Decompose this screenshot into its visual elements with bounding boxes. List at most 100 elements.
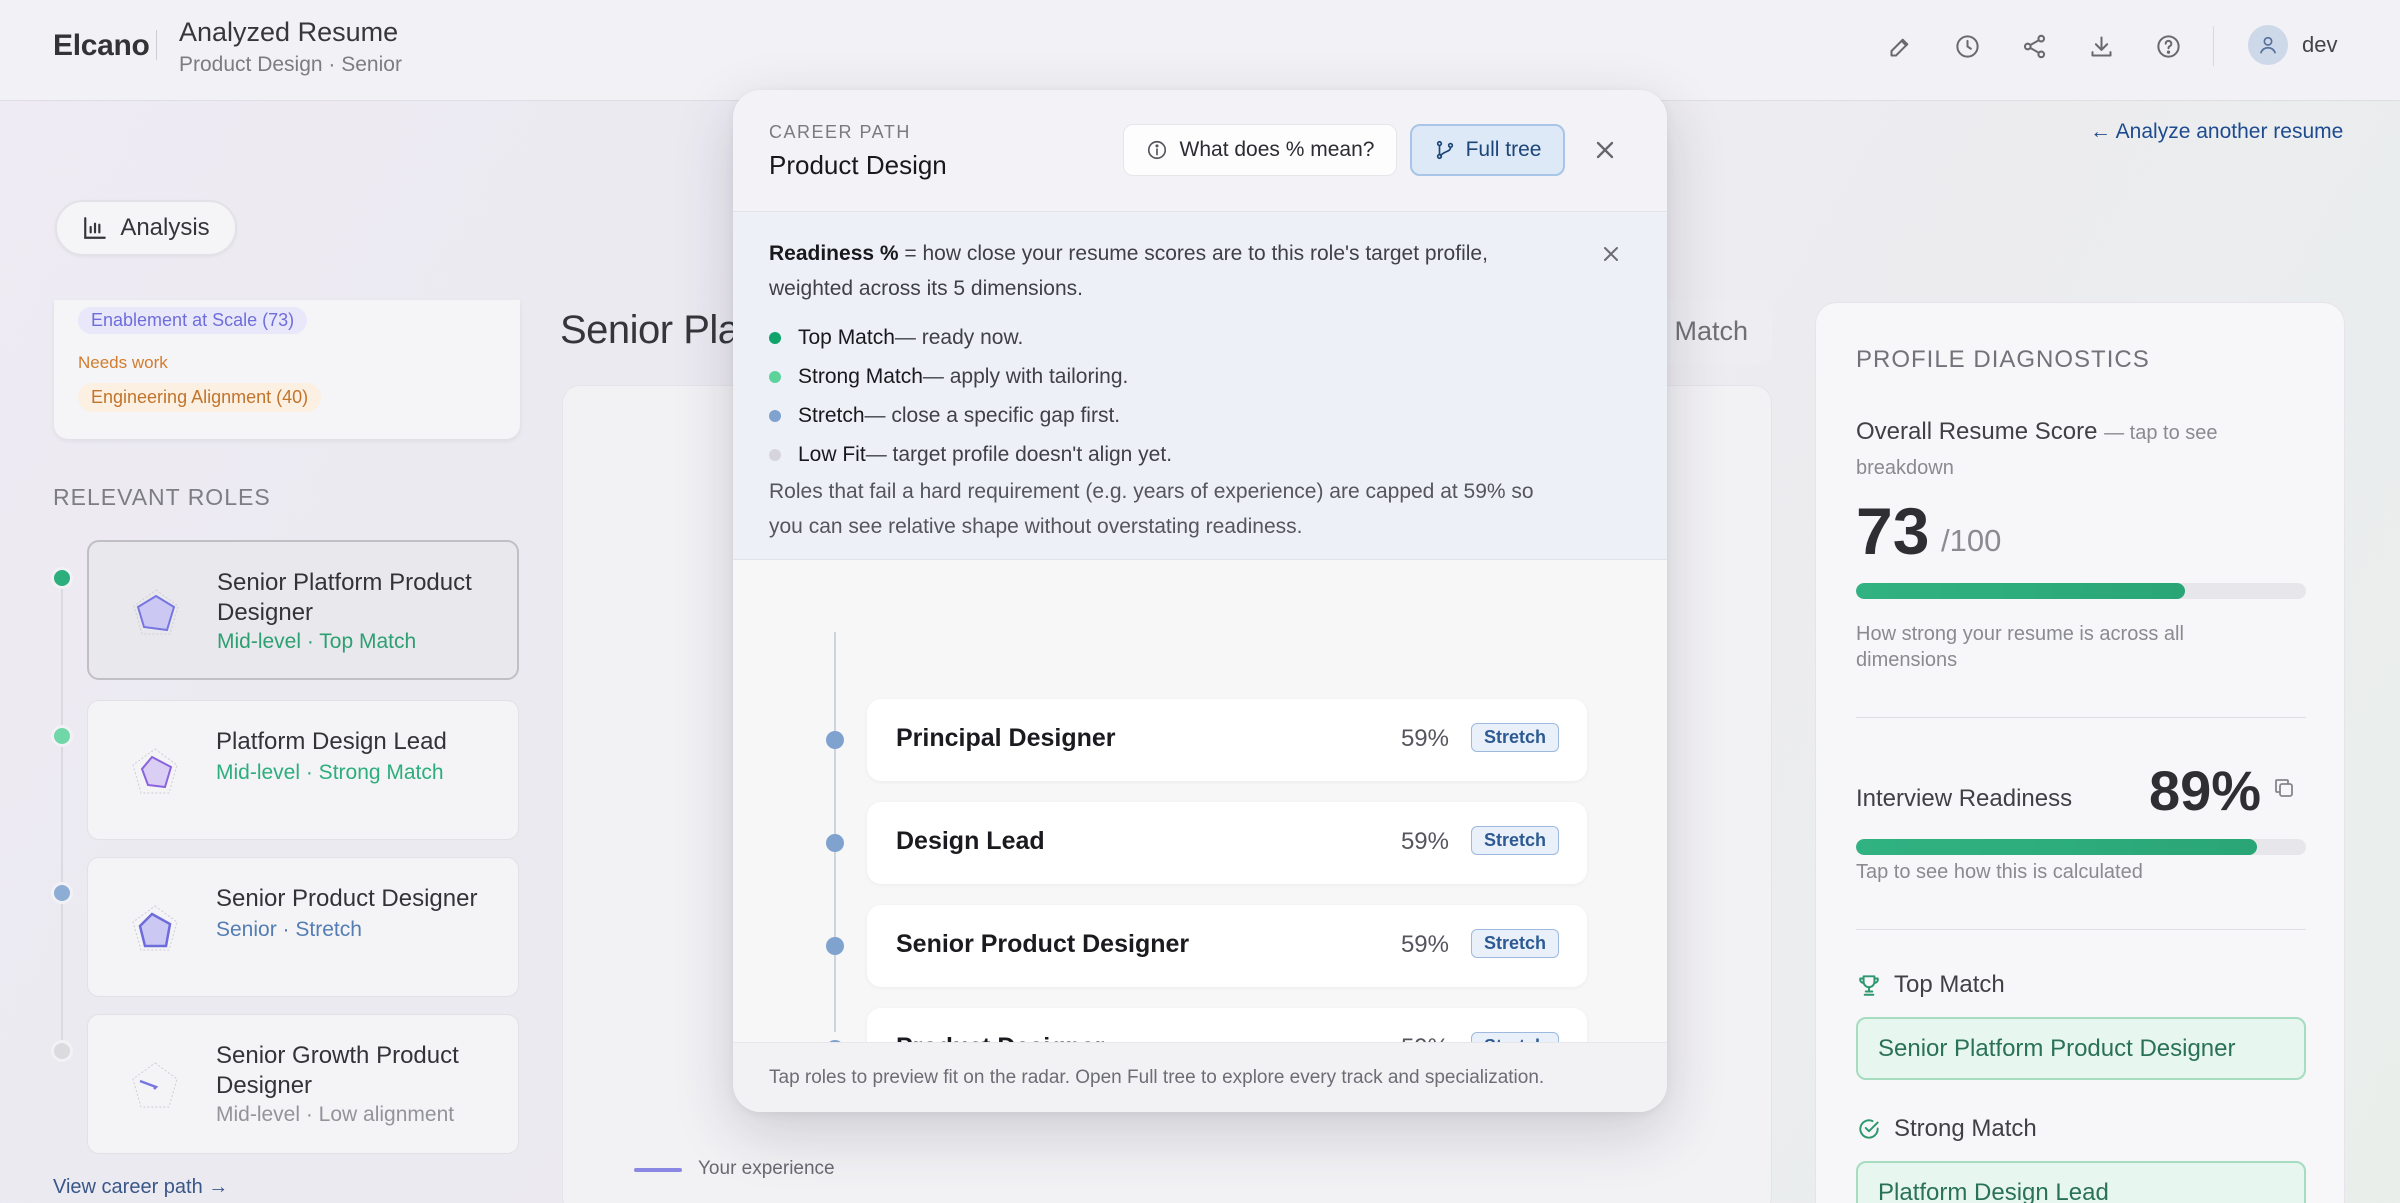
interview-readiness-fill <box>1856 839 2257 855</box>
role-card-senior-platform-product-designer[interactable]: Senior Platform Product Designer Mid-lev… <box>87 540 519 680</box>
overall-score-title: Overall Resume Score <box>1856 418 2098 445</box>
mini-radar-icon <box>132 748 178 794</box>
strength-tag[interactable]: Enablement at Scale (73) <box>78 307 308 334</box>
download-icon[interactable] <box>2081 26 2121 66</box>
level-name: Stretch <box>798 403 865 427</box>
history-icon[interactable] <box>1947 26 1987 66</box>
readiness-definition: Readiness % = how close your resume scor… <box>769 236 1569 306</box>
diagnostics-heading: PROFILE DIAGNOSTICS <box>1856 346 2150 373</box>
path-role-name: Design Lead <box>896 827 1045 855</box>
close-icon[interactable] <box>1591 136 1619 164</box>
strong-match-role[interactable]: Platform Design Lead <box>1856 1161 2306 1203</box>
path-dot <box>826 834 844 852</box>
roles-track-line <box>61 585 63 1055</box>
selected-role-title: Senior Plat <box>560 308 751 352</box>
role-card-senior-product-designer[interactable]: Senior Product Designer Senior · Stretch <box>87 857 519 997</box>
edit-icon[interactable] <box>1880 26 1920 66</box>
career-path-modal: CAREER PATH Product Design What does % m… <box>733 90 1667 1112</box>
path-line <box>834 632 836 1032</box>
modal-header: CAREER PATH Product Design What does % m… <box>733 90 1667 212</box>
modal-footer-hint: Tap roles to preview fit on the radar. O… <box>769 1067 1545 1088</box>
role-title: Senior Growth Product Designer <box>216 1042 459 1099</box>
copy-icon[interactable] <box>2272 776 2296 800</box>
what-does-percent-mean-button[interactable]: What does % mean? <box>1123 124 1397 176</box>
analysis-tab-label: Analysis <box>120 214 210 241</box>
path-role-percent: 59% <box>1400 931 1449 958</box>
status-badge: Stretch <box>1470 723 1559 752</box>
trophy-icon <box>1859 975 1879 996</box>
page-subtitle: Product Design · Senior <box>179 53 402 76</box>
modal-kicker: CAREER PATH <box>769 122 911 142</box>
interview-readiness-note: Tap to see how this is calculated <box>1856 861 2143 883</box>
level-dot <box>769 331 781 344</box>
close-icon[interactable] <box>1599 242 1623 266</box>
path-dot <box>826 937 844 955</box>
level-name: Strong Match <box>798 364 923 388</box>
level-dot <box>769 409 781 422</box>
modal-footer: Tap roles to preview fit on the radar. O… <box>733 1042 1667 1112</box>
readiness-cap-note: Roles that fail a hard requirement (e.g.… <box>769 480 1534 538</box>
path-role-design-lead[interactable]: Design Lead 59% Stretch <box>867 802 1587 884</box>
list-item: Low Fit — target profile doesn't align y… <box>769 435 1172 474</box>
level-desc: — apply with tailoring. <box>922 364 1129 388</box>
role-title: Platform Design Lead <box>216 728 447 755</box>
view-career-path-link[interactable]: View career path → <box>53 1176 228 1199</box>
career-path-list: Principal Designer 59% Stretch Design Le… <box>733 560 1667 1112</box>
readiness-explainer: Readiness % = how close your resume scor… <box>733 212 1667 560</box>
role-subtitle: Senior · Stretch <box>216 918 362 941</box>
level-desc: — target profile doesn't align yet. <box>865 442 1173 466</box>
git-branch-icon <box>1436 140 1453 160</box>
readiness-term: Readiness % <box>769 242 899 265</box>
path-role-percent: 59% <box>1400 725 1449 752</box>
user-name: dev <box>2302 32 2338 57</box>
top-match-role[interactable]: Senior Platform Product Designer <box>1856 1017 2306 1080</box>
check-circle-icon <box>1859 1119 1879 1139</box>
overall-score-label[interactable]: Overall Resume Score — tap to see breakd… <box>1856 415 2306 485</box>
role-subtitle: Mid-level · Low alignment <box>216 1103 455 1126</box>
interview-readiness-label[interactable]: Interview Readiness <box>1856 785 2072 813</box>
weakness-tag[interactable]: Engineering Alignment (40) <box>78 383 322 412</box>
brand-divider <box>156 30 157 60</box>
overall-score-denominator: /100 <box>1941 523 2002 558</box>
mini-radar-icon <box>132 905 178 951</box>
dimension-summary-card: Enablement at Scale (73) Needs work Engi… <box>54 300 520 439</box>
interview-readiness-value: 89% <box>2149 759 2262 822</box>
role-title: Senior Product Designer <box>216 885 478 912</box>
overall-score-fill <box>1856 583 2185 599</box>
divider <box>1856 929 2306 930</box>
role-status-dot <box>51 567 73 589</box>
full-tree-button[interactable]: Full tree <box>1410 124 1565 176</box>
level-dot <box>769 448 781 461</box>
share-icon[interactable] <box>2014 26 2054 66</box>
path-role-principal-designer[interactable]: Principal Designer 59% Stretch <box>867 699 1587 781</box>
header-toolbar <box>1880 26 2215 66</box>
level-desc: — ready now. <box>894 325 1024 349</box>
analysis-tab[interactable]: Analysis <box>55 200 237 256</box>
strong-match-label: Strong Match <box>1894 1115 2037 1142</box>
level-name: Low Fit <box>798 442 866 466</box>
app-header: Elcano Analyzed Resume Product Design · … <box>0 0 2400 101</box>
what-button-label: What does % mean? <box>1179 138 1375 161</box>
role-title: Senior Platform Product Designer <box>217 569 472 626</box>
avatar <box>2248 25 2288 65</box>
top-match-label: Top Match <box>1894 971 2005 998</box>
role-card-platform-design-lead[interactable]: Platform Design Lead Mid-level · Strong … <box>87 700 519 840</box>
overall-score-value: 73 <box>1856 494 1930 568</box>
user-menu[interactable]: dev <box>2248 25 2337 65</box>
help-icon[interactable] <box>2148 26 2188 66</box>
analyze-another-link[interactable]: ← Analyze another resume <box>2090 120 2343 144</box>
needs-work-label: Needs work <box>78 353 168 372</box>
mini-radar-icon <box>132 1062 178 1108</box>
status-badge: Stretch <box>1470 826 1559 855</box>
path-dot <box>826 731 844 749</box>
path-role-senior-product-designer[interactable]: Senior Product Designer 59% Stretch <box>867 905 1587 987</box>
list-item: Strong Match — apply with tailoring. <box>769 357 1172 396</box>
brand-logo[interactable]: Elcano <box>53 29 150 63</box>
view-toggle-label: Match <box>1674 316 1748 346</box>
role-card-senior-growth-product-designer[interactable]: Senior Growth Product Designer Mid-level… <box>87 1014 519 1154</box>
role-subtitle: Mid-level · Top Match <box>217 630 417 653</box>
top-match-heading: Top Match <box>1856 971 2005 999</box>
readiness-levels: Top Match — ready now. Strong Match — ap… <box>769 318 1172 474</box>
legend-label: Your experience <box>698 1158 835 1179</box>
overall-score-note: How strong your resume is across all dim… <box>1856 623 2184 671</box>
